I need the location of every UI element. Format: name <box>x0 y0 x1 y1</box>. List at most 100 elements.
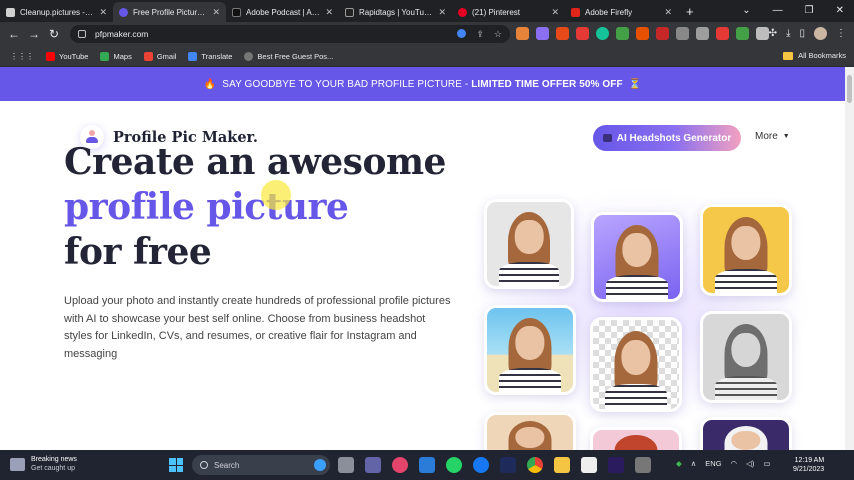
bing-icon <box>314 459 326 471</box>
bookmark-youtube[interactable]: YouTube <box>46 51 89 61</box>
apps-grid-icon[interactable]: ⋮⋮⋮ <box>10 52 34 61</box>
facebook-icon[interactable] <box>473 457 489 473</box>
side-panel-icon[interactable]: ▯ <box>799 28 805 39</box>
page-scrollbar[interactable] <box>845 67 854 450</box>
google-lens-icon[interactable] <box>457 29 467 38</box>
file-explorer-icon[interactable] <box>554 457 570 473</box>
tab-search-chevron-icon[interactable]: ⌄ <box>742 5 750 16</box>
download-icon[interactable]: ⤓ <box>786 28 790 39</box>
tab-rapidtags[interactable]: Rapidtags | YouTube T ✕ <box>339 2 452 22</box>
address-bar[interactable]: pfpmaker.com ⇪ ☆ <box>70 25 510 43</box>
close-tab-icon[interactable]: ✕ <box>212 7 220 18</box>
wifi-icon[interactable]: ◠ <box>731 459 738 468</box>
battery-icon[interactable]: ▭ <box>763 459 770 468</box>
bookmark-guest-posts[interactable]: Best Free Guest Pos... <box>244 51 333 61</box>
teams-icon[interactable] <box>365 457 381 473</box>
taskbar-search[interactable]: Search <box>192 455 330 475</box>
tab-title: Cleanup.pictures - Re <box>20 7 95 17</box>
extension-icon[interactable] <box>576 27 589 40</box>
tab-pinterest[interactable]: (21) Pinterest ✕ <box>452 2 565 22</box>
bookmark-maps[interactable]: Maps <box>100 51 132 61</box>
task-view-icon[interactable] <box>338 457 354 473</box>
usb-icon[interactable] <box>635 457 651 473</box>
reload-icon[interactable]: ↻ <box>44 27 64 41</box>
bookmark-label: YouTube <box>59 51 89 61</box>
extension-icon[interactable] <box>676 27 689 40</box>
forward-icon[interactable]: → <box>24 27 44 41</box>
minimize-icon[interactable]: — <box>773 5 783 16</box>
security-icon[interactable]: ◆ <box>676 459 682 468</box>
window-controls: ⌄ — ❐ ✕ <box>742 0 854 20</box>
all-bookmarks-label: All Bookmarks <box>798 51 846 60</box>
taskbar-clock[interactable]: 12:19 AM 9/21/2023 <box>793 456 824 474</box>
tab-free-profile-picture[interactable]: Free Profile Picture M ✕ <box>113 2 226 22</box>
bookmark-star-icon[interactable]: ☆ <box>494 29 502 40</box>
store-icon[interactable] <box>419 457 435 473</box>
extension-icon[interactable] <box>556 27 569 40</box>
tray-chevron-icon[interactable]: ∧ <box>691 459 697 468</box>
premiere-icon[interactable] <box>608 457 624 473</box>
tab-title: Rapidtags | YouTube T <box>359 7 434 17</box>
extension-icon[interactable] <box>756 27 769 40</box>
new-tab-button[interactable]: + <box>678 4 702 19</box>
all-bookmarks-button[interactable]: All Bookmarks <box>783 51 846 60</box>
site-info-icon[interactable] <box>78 30 86 38</box>
hourglass-icon: ⏳ <box>628 78 642 90</box>
cursor-highlight <box>261 180 291 210</box>
grammarly-icon[interactable] <box>596 27 609 40</box>
extension-icon[interactable] <box>636 27 649 40</box>
bookmark-translate[interactable]: Translate <box>188 51 233 61</box>
folder-icon <box>783 51 794 60</box>
fire-icon: 🔥 <box>203 78 217 90</box>
promo-banner[interactable]: 🔥 SAY GOODBYE TO YOUR BAD PROFILE PICTUR… <box>0 67 845 101</box>
tab-title: Free Profile Picture M <box>133 7 208 17</box>
ai-headshots-label: AI Headshots Generator <box>616 132 732 144</box>
caret-down-icon: ▼ <box>782 133 790 140</box>
scrollbar-thumb[interactable] <box>847 75 852 103</box>
close-tab-icon[interactable]: ✕ <box>99 7 107 18</box>
news-widget[interactable]: Breaking news Get caught up <box>10 455 77 473</box>
whatsapp-icon[interactable] <box>446 457 462 473</box>
extension-icon[interactable] <box>516 27 529 40</box>
audition-icon[interactable] <box>500 457 516 473</box>
share-icon[interactable]: ⇪ <box>476 29 484 40</box>
clock-time: 12:19 AM <box>794 457 825 464</box>
translate-icon <box>188 51 198 61</box>
extensions-puzzle-icon[interactable]: ✣ <box>769 28 777 39</box>
back-icon[interactable]: ← <box>4 27 24 41</box>
restore-icon[interactable]: ❐ <box>805 5 814 16</box>
toolbar-right: ✣ ⤓ ▯ ⋮ <box>769 27 846 40</box>
menu-kebab-icon[interactable]: ⋮ <box>836 28 846 39</box>
windows-start-icon[interactable] <box>169 458 183 472</box>
more-menu[interactable]: More ▼ <box>755 131 790 142</box>
close-tab-icon[interactable]: ✕ <box>325 7 333 18</box>
music-icon[interactable] <box>392 457 408 473</box>
close-window-icon[interactable]: ✕ <box>836 5 844 16</box>
extension-icon[interactable] <box>656 27 669 40</box>
extension-icon[interactable] <box>696 27 709 40</box>
extension-icon[interactable] <box>716 27 729 40</box>
bookmark-label: Translate <box>201 51 233 61</box>
close-tab-icon[interactable]: ✕ <box>551 7 559 18</box>
hero-description: Upload your photo and instantly create h… <box>64 295 451 360</box>
adobe-podcast-favicon-icon <box>232 7 241 17</box>
capcut-icon[interactable] <box>581 457 597 473</box>
chrome-icon[interactable] <box>527 457 543 473</box>
extension-icon[interactable] <box>536 27 549 40</box>
youtube-icon <box>46 51 55 61</box>
profile-avatar[interactable] <box>814 27 827 40</box>
windows-taskbar: Breaking news Get caught up Search ◆ ∧ E… <box>0 450 854 480</box>
close-tab-icon[interactable]: ✕ <box>664 7 672 18</box>
sample-photo <box>700 311 792 403</box>
ai-headshots-button[interactable]: AI Headshots Generator <box>593 125 741 151</box>
tab-adobe-podcast[interactable]: Adobe Podcast | AI au ✕ <box>226 2 339 22</box>
extension-icon[interactable] <box>736 27 749 40</box>
close-tab-icon[interactable]: ✕ <box>438 7 446 18</box>
tab-adobe-firefly[interactable]: Adobe Firefly ✕ <box>565 2 678 22</box>
volume-icon[interactable]: ◁) <box>746 459 754 468</box>
more-label: More <box>755 131 778 142</box>
extension-icon[interactable] <box>616 27 629 40</box>
bookmark-gmail[interactable]: Gmail <box>143 51 176 61</box>
tab-cleanup-pictures[interactable]: Cleanup.pictures - Re ✕ <box>0 2 113 22</box>
language-indicator[interactable]: ENG <box>705 459 721 468</box>
